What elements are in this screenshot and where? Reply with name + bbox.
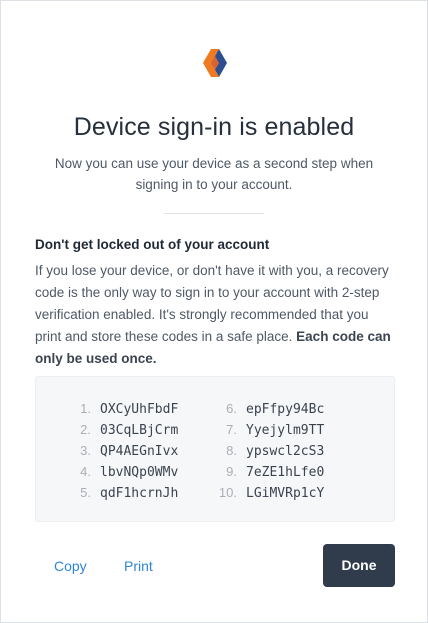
dialog: Device sign-in is enabled Now you can us… (0, 0, 428, 623)
recovery-code: ypswcl2cS3 (246, 444, 325, 459)
recovery-code-item: 9. 7eZE1hLfe0 (36, 464, 324, 484)
done-button[interactable]: Done (323, 544, 395, 587)
code-number: 6. (226, 401, 237, 416)
code-number: 10. (218, 485, 237, 500)
warning-body: If you lose your device, or don't have i… (35, 260, 397, 370)
recovery-code: Yyejylm9TT (246, 423, 325, 438)
recovery-codes-box: 1. OXCyUhFbdF 2. 03CqLBjCrm 3. QP4AEGnIvx 4… (35, 376, 395, 522)
recovery-code: LGiMVRp1cY (246, 486, 325, 501)
code-number: 9. (226, 464, 237, 479)
print-button[interactable]: Print (124, 558, 153, 574)
app-logo-icon (202, 49, 228, 77)
recovery-code-item: 8. ypswcl2cS3 (36, 443, 324, 463)
recovery-code-item: 10. LGiMVRp1cY (36, 485, 324, 505)
recovery-code-item: 6. epFfpy94Bc (36, 401, 324, 421)
copy-button[interactable]: Copy (54, 558, 87, 574)
code-number: 8. (226, 443, 237, 458)
warning-heading: Don't get locked out of your account (35, 237, 270, 252)
recovery-code-item: 7. Yyejylm9TT (36, 422, 324, 442)
page-subtitle: Now you can use your device as a second … (54, 156, 374, 192)
code-number: 7. (226, 422, 237, 437)
page-title: Device sign-in is enabled (73, 113, 355, 141)
divider (164, 213, 264, 214)
recovery-code: epFfpy94Bc (246, 402, 325, 417)
recovery-code: 7eZE1hLfe0 (246, 465, 325, 480)
